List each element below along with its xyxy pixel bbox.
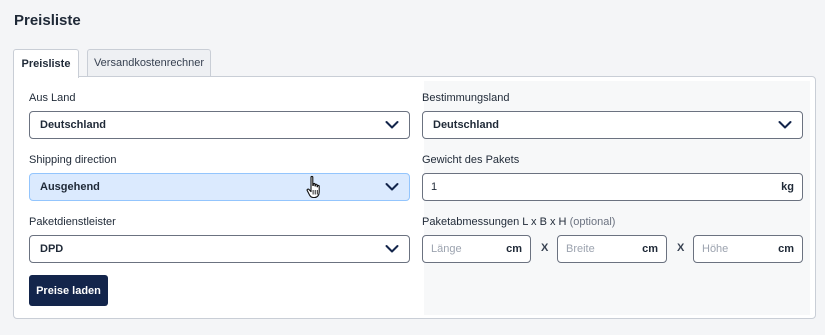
carrier-select[interactable]: DPD: [29, 235, 410, 263]
direction-select[interactable]: Ausgehend: [29, 173, 410, 201]
width-unit: cm: [642, 243, 658, 255]
chevron-down-icon: [778, 121, 792, 129]
dimensions-optional: (optional): [569, 216, 616, 228]
length-input[interactable]: Länge cm: [422, 235, 531, 263]
destination-label: Bestimmungsland: [422, 92, 510, 104]
chevron-down-icon: [385, 121, 399, 129]
origin-select[interactable]: Deutschland: [29, 111, 410, 139]
page-title: Preisliste: [14, 12, 81, 29]
price-list-panel: Aus Land Deutschland Bestimmungsland Deu…: [13, 76, 816, 319]
chevron-down-icon: [385, 245, 399, 253]
dimensions-label: Paketabmessungen L x B x H (optional): [422, 216, 615, 228]
origin-label: Aus Land: [29, 92, 76, 104]
dimensions-label-text: Paketabmessungen L x B x H: [422, 216, 567, 228]
carrier-select-value: DPD: [40, 243, 64, 255]
direction-select-value: Ausgehend: [40, 181, 100, 193]
chevron-down-icon: [385, 183, 399, 191]
weight-input-value: 1: [431, 181, 438, 193]
hand-pointer-icon: [306, 175, 320, 199]
length-unit: cm: [506, 243, 522, 255]
tab-preisliste[interactable]: Preisliste: [13, 49, 79, 78]
dimension-separator: X: [541, 242, 549, 254]
height-input[interactable]: Höhe cm: [693, 235, 803, 263]
direction-label: Shipping direction: [29, 154, 117, 166]
load-prices-button[interactable]: Preise laden: [29, 275, 108, 306]
weight-unit: kg: [781, 181, 794, 193]
carrier-label: Paketdienstleister: [29, 216, 116, 228]
length-placeholder: Länge: [431, 243, 462, 255]
weight-input[interactable]: 1 kg: [422, 173, 803, 201]
height-placeholder: Höhe: [702, 243, 729, 255]
width-placeholder: Breite: [566, 243, 595, 255]
weight-label: Gewicht des Pakets: [422, 154, 520, 166]
origin-select-value: Deutschland: [40, 119, 107, 131]
destination-select-value: Deutschland: [433, 119, 500, 131]
tab-versandkostenrechner[interactable]: Versandkostenrechner: [87, 49, 211, 76]
destination-select[interactable]: Deutschland: [422, 111, 803, 139]
height-unit: cm: [778, 243, 794, 255]
width-input[interactable]: Breite cm: [557, 235, 667, 263]
dimension-separator: X: [677, 242, 685, 254]
